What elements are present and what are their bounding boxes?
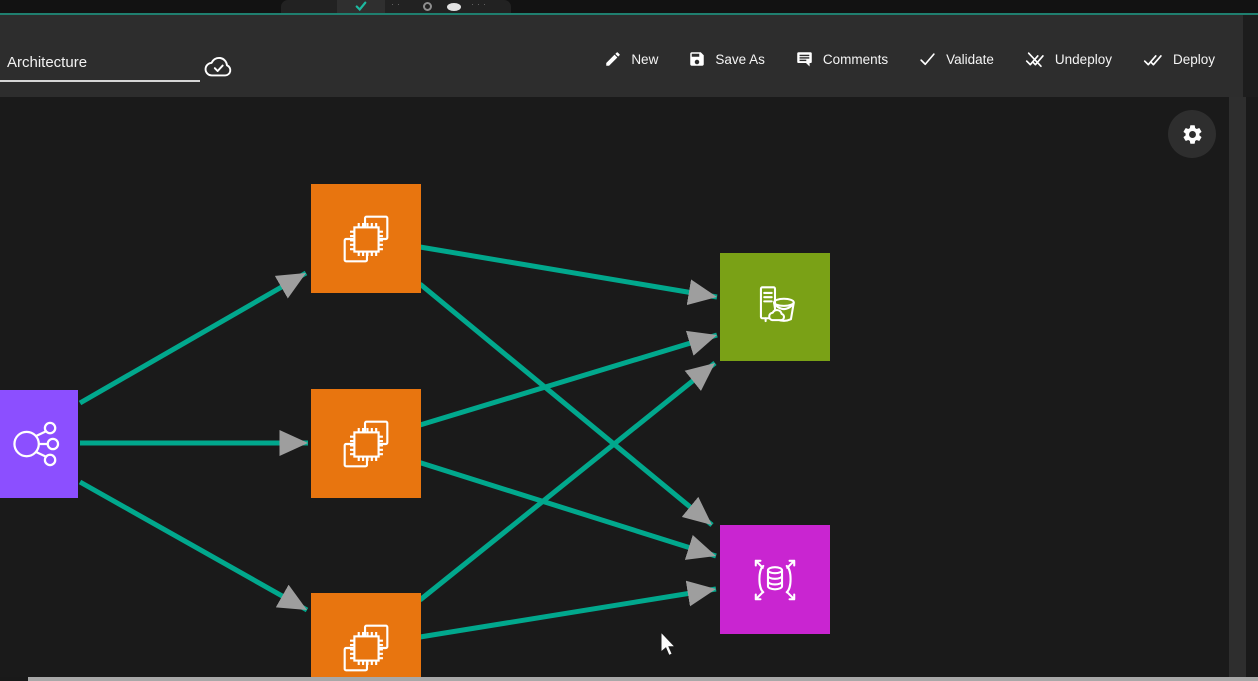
edge-load-balancer-to-compute-1[interactable] [80,273,306,403]
save-icon [688,50,706,68]
deploy-button[interactable]: Deploy [1142,50,1215,69]
save-as-button[interactable]: Save As [688,50,765,68]
save-as-label: Save As [715,52,765,67]
load-balancer-icon [6,414,66,474]
diagram-name-input[interactable] [0,50,200,82]
horizontal-scrollbar[interactable] [28,677,1258,681]
pencil-icon [604,50,622,68]
undeploy-label: Undeploy [1055,52,1112,67]
white-oval-icon [447,3,461,11]
toolbar-header: New Save As Comments Validate [0,15,1243,97]
deploy-label: Deploy [1173,52,1215,67]
browser-tab[interactable]: ·· ··· [281,0,511,13]
app-window: ·· ··· New Save As [0,0,1258,681]
canvas-settings-button[interactable] [1168,110,1216,158]
edge-compute-3-to-storage[interactable] [420,363,715,600]
node-compute-1[interactable] [311,184,421,293]
double-check-icon [1142,50,1164,69]
database-scaling-icon [745,550,805,610]
edge-layer [0,97,1229,677]
toolbar-actions: New Save As Comments Validate [604,44,1215,74]
double-check-slash-icon [1024,50,1046,69]
edge-compute-2-to-storage[interactable] [420,335,717,425]
vertical-scrollbar[interactable] [1229,97,1246,681]
validate-label: Validate [946,52,994,67]
edge-load-balancer-to-compute-3[interactable] [80,482,307,610]
edge-compute-1-to-storage[interactable] [420,247,717,297]
mouse-cursor [660,631,682,661]
tab-ellipsis: ·· [391,0,403,9]
comments-label: Comments [823,52,888,67]
check-icon [918,50,937,68]
tab-active-segment[interactable] [337,0,385,13]
validate-button[interactable]: Validate [918,50,994,68]
edge-compute-2-to-database[interactable] [418,462,716,556]
node-compute-3[interactable] [311,593,421,677]
tab-ellipsis: ··· [471,0,489,9]
node-storage[interactable] [720,253,830,361]
node-database[interactable] [720,525,830,634]
clock-ring-icon [423,2,432,11]
undeploy-button[interactable]: Undeploy [1024,50,1112,69]
header-right-gutter [1243,15,1258,97]
comment-icon [795,50,814,68]
cloud-check-icon [203,52,234,81]
canvas-right-gutter [1246,97,1258,681]
node-compute-2[interactable] [311,389,421,498]
new-label: New [631,52,658,67]
comments-button[interactable]: Comments [795,50,888,68]
compute-instances-icon [335,208,397,270]
storage-bucket-icon [745,277,805,337]
teal-check-icon [355,1,367,12]
gear-icon [1181,123,1204,146]
edge-compute-1-to-database[interactable] [420,284,712,525]
node-load-balancer[interactable] [0,390,78,498]
compute-instances-icon [335,413,397,475]
new-button[interactable]: New [604,50,658,68]
browser-tab-strip: ·· ··· [0,0,1258,13]
edge-compute-3-to-database[interactable] [420,589,716,637]
compute-instances-icon [335,617,397,678]
diagram-canvas[interactable] [0,97,1229,677]
